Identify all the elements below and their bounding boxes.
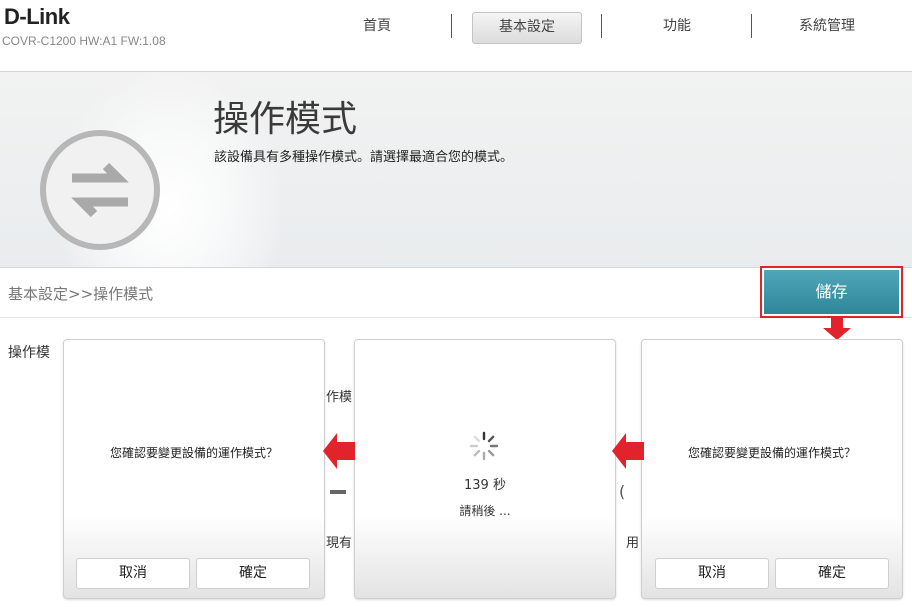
page-description: 該設備具有多種操作模式。請選擇最適合您的模式。 xyxy=(214,150,514,165)
page-banner: 操作模式 該設備具有多種操作模式。請選擇最適合您的模式。 xyxy=(0,72,912,268)
save-highlight-box: 儲存 xyxy=(760,266,903,318)
progress-dialog: 139 秒 請稍後 ... xyxy=(354,339,616,599)
nav-home[interactable]: 首頁 xyxy=(322,12,432,44)
arrow-left-icon xyxy=(612,433,644,469)
model-info: COVR-C1200 HW:A1 FW:1.08 xyxy=(2,34,166,48)
save-button[interactable]: 儲存 xyxy=(764,270,899,314)
background-text-fragment: 現有 xyxy=(326,536,353,551)
nav-separator xyxy=(451,14,452,38)
nav-separator xyxy=(751,14,752,38)
background-text-fragment: 用 xyxy=(626,536,640,551)
confirm-dialog-left: 您確認要變更設備的運作模式？ 取消 確定 xyxy=(63,339,325,599)
arrow-down-icon xyxy=(823,318,851,340)
nav-features[interactable]: 功能 xyxy=(622,12,732,44)
arrow-left-icon xyxy=(323,433,355,469)
breadcrumb: 基本設定>>操作模式 xyxy=(8,285,154,303)
nav-basic-settings[interactable]: 基本設定 xyxy=(472,12,582,44)
confirm-dialog-right: 您確認要變更設備的運作模式？ 取消 確定 xyxy=(641,339,903,599)
nav-separator xyxy=(601,14,602,38)
confirm-button[interactable]: 確定 xyxy=(775,558,889,589)
operation-mode-label: 操作模 xyxy=(8,345,50,361)
background-dash xyxy=(330,490,346,494)
cancel-button[interactable]: 取消 xyxy=(76,558,190,589)
loading-spinner-icon xyxy=(469,431,499,461)
dlink-logo[interactable]: D-Link xyxy=(4,4,70,30)
please-wait-text: 請稍後 ... xyxy=(459,504,511,518)
background-glyph: ( xyxy=(619,482,626,501)
confirm-button[interactable]: 確定 xyxy=(196,558,310,589)
countdown-text: 139 秒 xyxy=(464,478,506,493)
dialog-message: 您確認要變更設備的運作模式？ xyxy=(687,446,856,460)
cancel-button[interactable]: 取消 xyxy=(655,558,769,589)
nav-system-management[interactable]: 系統管理 xyxy=(772,12,882,44)
dialog-message: 您確認要變更設備的運作模式？ xyxy=(109,446,278,460)
background-text-fragment: 作模 xyxy=(326,390,353,405)
header: D-Link COVR-C1200 HW:A1 FW:1.08 首頁 基本設定 … xyxy=(0,0,912,72)
page-title: 操作模式 xyxy=(213,99,358,140)
swap-arrows-icon xyxy=(40,130,160,250)
